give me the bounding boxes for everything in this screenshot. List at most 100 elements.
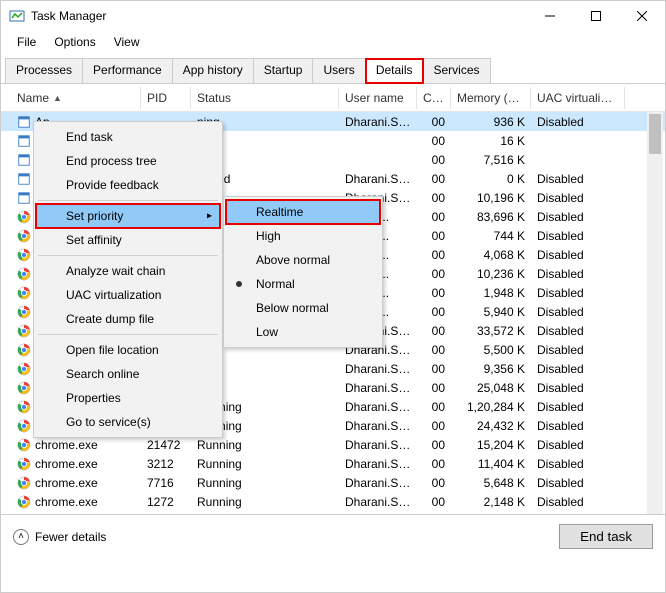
process-icon xyxy=(17,134,31,148)
table-row[interactable]: chrome.exe1272RunningDharani.Sh...002,14… xyxy=(1,492,665,511)
tab-performance[interactable]: Performance xyxy=(82,58,173,84)
fewer-details-button[interactable]: ˄ Fewer details xyxy=(13,529,106,545)
col-uac[interactable]: UAC virtualizat... xyxy=(531,87,625,109)
process-icon xyxy=(17,495,31,509)
process-memory: 5,648 K xyxy=(451,476,531,490)
window-title: Task Manager xyxy=(31,9,527,23)
priority-above-normal[interactable]: Above normal xyxy=(226,248,380,272)
process-memory: 33,572 K xyxy=(451,324,531,338)
priority-low[interactable]: Low xyxy=(226,320,380,344)
ctx-end-process-tree[interactable]: End process tree xyxy=(36,149,220,173)
tab-app-history[interactable]: App history xyxy=(172,58,254,84)
submenu-arrow-icon: ▸ xyxy=(207,211,212,222)
tab-services[interactable]: Services xyxy=(423,58,491,84)
ctx-create-dump-file[interactable]: Create dump file xyxy=(36,307,220,331)
process-status: Running xyxy=(191,457,339,471)
process-uac: Disabled xyxy=(531,362,625,376)
process-memory: 10,196 K xyxy=(451,191,531,205)
process-pid: 21472 xyxy=(141,438,191,452)
process-cpu: 00 xyxy=(417,153,451,167)
minimize-button[interactable] xyxy=(527,1,573,31)
process-name: chrome.exe xyxy=(35,457,98,471)
vertical-scrollbar[interactable] xyxy=(647,112,663,514)
menubar: File Options View xyxy=(1,31,665,53)
tab-processes[interactable]: Processes xyxy=(5,58,83,84)
maximize-button[interactable] xyxy=(573,1,619,31)
process-icon xyxy=(17,400,31,414)
priority-below-normal[interactable]: Below normal xyxy=(226,296,380,320)
column-headers: Name▲ PID Status User name CPU Memory (a… xyxy=(1,84,665,112)
process-uac: Disabled xyxy=(531,248,625,262)
process-memory: 5,940 K xyxy=(451,305,531,319)
table-row[interactable]: chrome.exe3212RunningDharani.Sh...0011,4… xyxy=(1,454,665,473)
process-user: Dharani.Sh... xyxy=(339,362,417,376)
process-uac: Disabled xyxy=(531,419,625,433)
table-row[interactable]: chrome.exe7716RunningDharani.Sh...005,64… xyxy=(1,473,665,492)
priority-high[interactable]: High xyxy=(226,224,380,248)
fewer-details-label: Fewer details xyxy=(35,530,106,544)
ctx-set-affinity[interactable]: Set affinity xyxy=(36,228,220,252)
task-manager-icon xyxy=(9,8,25,24)
process-memory: 24,432 K xyxy=(451,419,531,433)
ctx-set-priority[interactable]: Set priority▸ xyxy=(36,204,220,228)
menu-options[interactable]: Options xyxy=(46,33,103,51)
col-memory[interactable]: Memory (a... xyxy=(451,87,531,109)
process-uac: Disabled xyxy=(531,495,625,509)
process-cpu: 00 xyxy=(417,210,451,224)
col-cpu[interactable]: CPU xyxy=(417,87,451,109)
end-task-button[interactable]: End task xyxy=(559,524,653,549)
process-cpu: 00 xyxy=(417,343,451,357)
ctx-analyze-wait-chain[interactable]: Analyze wait chain xyxy=(36,259,220,283)
tab-details[interactable]: Details xyxy=(365,58,424,84)
ctx-properties[interactable]: Properties xyxy=(36,386,220,410)
menu-view[interactable]: View xyxy=(106,33,148,51)
priority-submenu: Realtime High Above normal Normal Below … xyxy=(223,196,383,348)
col-user[interactable]: User name xyxy=(339,87,417,109)
process-cpu: 00 xyxy=(417,457,451,471)
ctx-search-online[interactable]: Search online xyxy=(36,362,220,386)
process-icon xyxy=(17,305,31,319)
process-icon xyxy=(17,248,31,262)
process-memory: 1,948 K xyxy=(451,286,531,300)
scrollbar-thumb[interactable] xyxy=(649,114,661,154)
process-name: chrome.exe xyxy=(35,476,98,490)
priority-normal[interactable]: Normal xyxy=(226,272,380,296)
process-pid: 3532 xyxy=(141,514,191,515)
process-cpu: 00 xyxy=(417,286,451,300)
process-uac: Disabled xyxy=(531,172,625,186)
process-memory: 25,048 K xyxy=(451,381,531,395)
priority-realtime[interactable]: Realtime xyxy=(226,200,380,224)
process-icon xyxy=(17,115,31,129)
ctx-open-file-location[interactable]: Open file location xyxy=(36,338,220,362)
ctx-provide-feedback[interactable]: Provide feedback xyxy=(36,173,220,197)
separator xyxy=(38,200,218,201)
table-row[interactable]: conhost.exe3532Running00492 K xyxy=(1,511,665,514)
process-memory: 11,404 K xyxy=(451,457,531,471)
col-status[interactable]: Status xyxy=(191,87,339,109)
process-pid: 7716 xyxy=(141,476,191,490)
tab-startup[interactable]: Startup xyxy=(253,58,314,84)
close-button[interactable] xyxy=(619,1,665,31)
process-name: conhost.exe xyxy=(35,514,100,515)
process-uac: Disabled xyxy=(531,267,625,281)
col-name[interactable]: Name▲ xyxy=(11,87,141,109)
ctx-go-to-services[interactable]: Go to service(s) xyxy=(36,410,220,434)
process-memory: 7,516 K xyxy=(451,153,531,167)
ctx-end-task[interactable]: End task xyxy=(36,125,220,149)
tab-users[interactable]: Users xyxy=(312,58,365,84)
process-memory: 936 K xyxy=(451,115,531,129)
process-cpu: 00 xyxy=(417,362,451,376)
col-pid[interactable]: PID xyxy=(141,87,191,109)
menu-file[interactable]: File xyxy=(9,33,44,51)
process-uac: Disabled xyxy=(531,457,625,471)
process-cpu: 00 xyxy=(417,305,451,319)
process-cpu: 00 xyxy=(417,115,451,129)
process-uac: Disabled xyxy=(531,229,625,243)
process-user: Dharani.Sh... xyxy=(339,115,417,129)
process-icon xyxy=(17,229,31,243)
process-memory: 9,356 K xyxy=(451,362,531,376)
process-name: chrome.exe xyxy=(35,495,98,509)
process-uac: Disabled xyxy=(531,210,625,224)
process-cpu: 00 xyxy=(417,172,451,186)
ctx-uac-virtualization[interactable]: UAC virtualization xyxy=(36,283,220,307)
